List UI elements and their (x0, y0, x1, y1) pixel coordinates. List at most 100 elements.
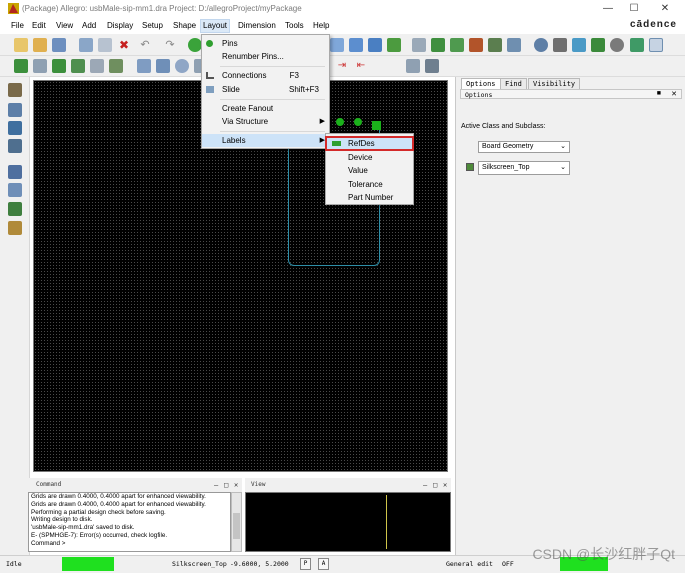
drc-icon[interactable] (591, 38, 605, 52)
tab-options[interactable]: Options (461, 78, 501, 89)
zoom-fit-icon[interactable] (349, 38, 363, 52)
menu-help[interactable]: Help (311, 20, 331, 32)
menu-display[interactable]: Display (105, 20, 135, 32)
menu-item-slide[interactable]: Slide Shift+F3 (202, 83, 329, 96)
tab-visibility[interactable]: Visibility (528, 78, 581, 89)
delete-icon[interactable]: ✖ (117, 38, 131, 52)
snap-icon[interactable] (406, 59, 420, 73)
command-log[interactable]: Grids are drawn 0.4000, 0.4000 apart for… (28, 492, 231, 552)
menu-edit[interactable]: Edit (30, 20, 48, 32)
subclass-color-swatch[interactable] (466, 163, 474, 171)
menu-layout[interactable]: Layout (199, 19, 231, 33)
move-icon[interactable] (79, 38, 93, 52)
display-icon[interactable] (507, 38, 521, 52)
p-button[interactable]: P (300, 558, 311, 570)
close-panel-icon[interactable]: ✕ (671, 90, 677, 98)
menu-item-via-structure[interactable]: Via Structure ▶ (202, 115, 329, 128)
report-icon[interactable] (572, 38, 586, 52)
float-pane-icon[interactable]: □ (224, 481, 228, 489)
save-icon[interactable] (52, 38, 66, 52)
tab-find[interactable]: Find (500, 78, 527, 89)
shape-circle-icon[interactable] (175, 59, 189, 73)
subclass-select[interactable]: Silkscreen_Top ⌄ (478, 161, 570, 175)
measure-icon[interactable] (553, 38, 567, 52)
minimize-pane-icon[interactable]: — (214, 481, 218, 489)
fanout-icon[interactable] (8, 103, 22, 117)
submenu-item-part-number[interactable]: Part Number (326, 191, 413, 204)
toolbar-second: ⇥ ⇤ (0, 56, 685, 77)
menu-item-labels[interactable]: Labels ▶ (202, 134, 329, 147)
close-pane-icon[interactable]: ✕ (443, 481, 447, 489)
submenu-item-tolerance[interactable]: Tolerance (326, 178, 413, 191)
command-scrollbar[interactable] (231, 492, 242, 552)
undo-icon[interactable]: ↶ (138, 38, 152, 52)
zoom-prev-icon[interactable] (368, 38, 382, 52)
close-pane-icon[interactable]: ✕ (234, 481, 238, 489)
chevron-down-icon: ⌄ (560, 164, 566, 171)
add-rect-icon[interactable] (71, 59, 85, 73)
slide-icon[interactable] (8, 121, 22, 135)
info-icon[interactable] (534, 38, 548, 52)
text-edit-icon[interactable] (8, 221, 22, 235)
open-folder-icon[interactable] (33, 38, 47, 52)
add-shape-icon[interactable] (52, 59, 66, 73)
color-icon[interactable] (450, 38, 464, 52)
shape-rect-icon[interactable] (156, 59, 170, 73)
dimension-edit-icon[interactable]: ⇤ (354, 59, 368, 73)
command-prompt[interactable]: Command > (31, 540, 230, 548)
redraw-icon[interactable] (387, 38, 401, 52)
a-button[interactable]: A (318, 558, 329, 570)
menu-add[interactable]: Add (80, 20, 98, 32)
camera-icon[interactable] (425, 59, 439, 73)
close-button[interactable]: ✕ (655, 2, 675, 16)
add-text-icon[interactable] (109, 59, 123, 73)
scrollbar-thumb[interactable] (233, 513, 240, 539)
via-icon[interactable] (8, 202, 22, 216)
menu-item-connections[interactable]: Connections F3 (202, 69, 329, 82)
menu-dimension[interactable]: Dimension (236, 20, 278, 32)
zoom-icon[interactable] (330, 38, 344, 52)
maximize-button[interactable]: ☐ (624, 2, 644, 16)
menu-tools[interactable]: Tools (283, 20, 306, 32)
pin-icon[interactable] (188, 38, 202, 52)
menu-item-pins[interactable]: Pins (202, 37, 329, 50)
add-line-icon[interactable] (33, 59, 47, 73)
new-file-icon[interactable] (14, 38, 28, 52)
add-pin-icon[interactable] (14, 59, 28, 73)
float-pane-icon[interactable]: □ (433, 481, 437, 489)
line-icon[interactable] (8, 165, 22, 179)
layers-icon[interactable] (431, 38, 445, 52)
visibility-icon[interactable] (488, 38, 502, 52)
view-window: View — □ ✕ (245, 478, 451, 552)
menu-view[interactable]: View (54, 20, 75, 32)
add-frect-icon[interactable] (90, 59, 104, 73)
class-select[interactable]: Board Geometry ⌄ (478, 141, 570, 153)
copy-icon[interactable] (98, 38, 112, 52)
menu-setup[interactable]: Setup (140, 20, 165, 32)
shadow-icon[interactable] (469, 38, 483, 52)
menu-file[interactable]: File (9, 20, 26, 32)
world-view-canvas[interactable] (245, 492, 451, 552)
menu-item-label: Pins (222, 39, 238, 48)
minimize-pane-icon[interactable]: — (423, 481, 427, 489)
grid-icon[interactable] (412, 38, 426, 52)
signal-icon[interactable] (630, 38, 644, 52)
submenu-item-refdes[interactable]: RefDes (325, 136, 414, 151)
minimize-button[interactable]: — (598, 2, 618, 16)
route-icon[interactable] (8, 83, 22, 97)
menu-item-create-fanout[interactable]: Create Fanout (202, 102, 329, 115)
labels-submenu: RefDes Device Value Tolerance Part Numbe… (325, 133, 414, 205)
menu-item-renumber-pins[interactable]: Renumber Pins... (202, 50, 329, 63)
submenu-item-value[interactable]: Value (326, 164, 413, 177)
redo-icon[interactable]: ↷ (163, 38, 177, 52)
active-class-label: Active Class and Subclass: (461, 123, 546, 130)
submenu-item-device[interactable]: Device (326, 151, 413, 164)
pin-panel-icon[interactable]: ■ (657, 90, 661, 97)
help-pointer-icon[interactable] (649, 38, 663, 52)
connect-icon[interactable] (8, 139, 22, 153)
check-icon[interactable] (610, 38, 624, 52)
rect-icon[interactable] (8, 183, 22, 197)
menu-shape[interactable]: Shape (171, 20, 198, 32)
dimension-icon[interactable]: ⇥ (335, 59, 349, 73)
shape-add-icon[interactable] (137, 59, 151, 73)
